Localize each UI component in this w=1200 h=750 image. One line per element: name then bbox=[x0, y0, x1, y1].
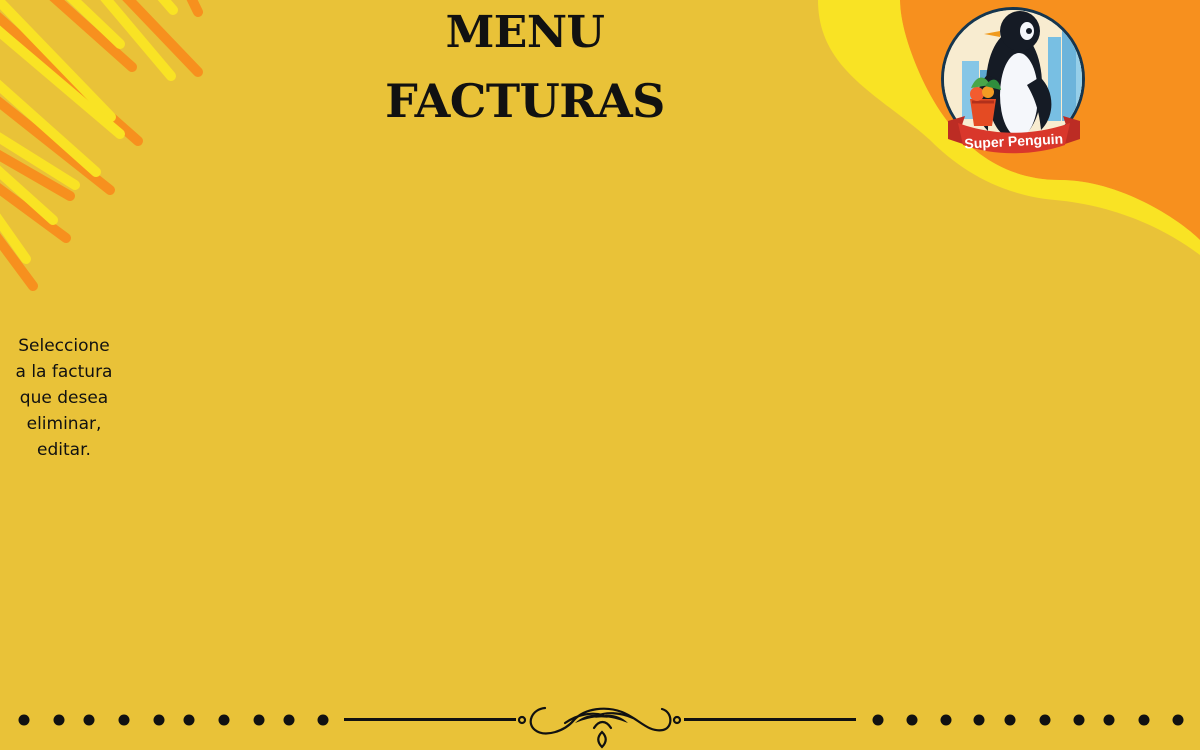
instruction-line: que desea bbox=[19, 388, 109, 408]
instruction-line: editar. bbox=[37, 440, 91, 460]
instruction-line: Seleccione bbox=[18, 336, 110, 356]
penguin-logo-icon: Super Penguin bbox=[941, 7, 1085, 154]
stripe-burst-decoration bbox=[0, 0, 203, 291]
super-penguin-logo: Super Penguin bbox=[930, 3, 1090, 163]
page-title: MENU FACTURAS bbox=[360, 8, 690, 129]
instruction-line: eliminar, bbox=[26, 414, 102, 434]
page-title-line-2: FACTURAS bbox=[385, 74, 665, 128]
instruction-line: a la factura bbox=[15, 362, 113, 382]
page-title-line-1: MENU bbox=[445, 7, 605, 58]
ornamental-divider bbox=[18, 706, 1184, 749]
menu-facturas-screen: MENU FACTURAS Seleccione a la factura qu… bbox=[0, 0, 1200, 750]
instruction-text: Seleccione a la factura que desea elimin… bbox=[10, 333, 118, 463]
